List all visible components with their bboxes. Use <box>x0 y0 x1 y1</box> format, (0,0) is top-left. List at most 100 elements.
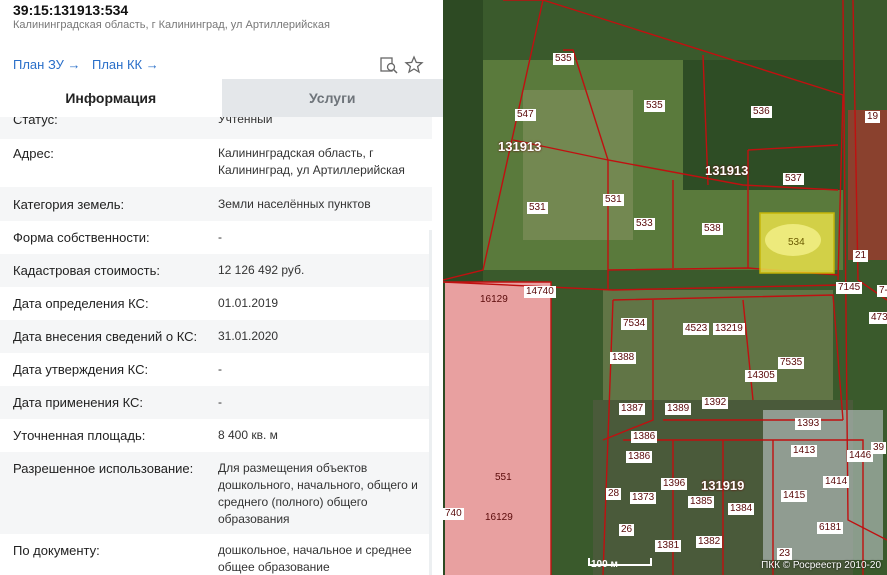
row-value: Калининградская область, г Калининград, … <box>218 146 405 177</box>
parcel-label[interactable]: 6181 <box>817 522 844 534</box>
parcel-label[interactable]: 14305 <box>745 370 777 382</box>
parcel-label[interactable]: 1392 <box>702 397 729 409</box>
row-value: Для размещения объектов дошкольного, нач… <box>218 461 418 526</box>
row-label: Форма собственности: <box>13 230 150 245</box>
parcel-label[interactable]: 1396 <box>661 478 688 490</box>
parcel-label[interactable]: 535 <box>553 53 574 65</box>
parcel-label[interactable]: 39 <box>871 442 887 454</box>
row-value: 8 400 кв. м <box>218 428 278 442</box>
row-label: Статус: <box>13 117 58 127</box>
parcel-label[interactable]: 7145 <box>836 282 863 294</box>
parcel-label[interactable]: 1386 <box>626 451 653 463</box>
row-value: 31.01.2020 <box>218 329 279 343</box>
parcel-label[interactable]: 536 <box>751 106 772 118</box>
parcel-label[interactable]: 1382 <box>696 536 723 548</box>
quarter-label[interactable]: 131913 <box>705 163 748 178</box>
quarter-label[interactable]: 131919 <box>701 478 744 493</box>
parcel-label[interactable]: 28 <box>606 488 622 500</box>
row-label: Кадастровая стоимость: <box>13 263 160 278</box>
parcel-label-selected[interactable]: 534 <box>786 237 807 249</box>
info-table: Статус: Учтенный Адрес: Калининградская … <box>0 117 443 575</box>
row-permitted-use: Разрешенное использование: Для размещени… <box>0 452 432 534</box>
row-value: - <box>218 395 222 409</box>
parcel-label[interactable]: 16129 <box>483 512 515 524</box>
row-label: Дата применения КС: <box>13 395 144 410</box>
parcel-label[interactable]: 1446 <box>847 450 874 462</box>
parcel-label[interactable]: 547 <box>515 109 536 121</box>
row-value: - <box>218 230 222 244</box>
map-scale-label: 100 м <box>591 559 618 570</box>
parcel-label[interactable]: 538 <box>702 223 723 235</box>
parcel-label[interactable]: 473 <box>869 312 887 324</box>
parcel-label[interactable]: 551 <box>493 472 514 484</box>
row-area: Уточненная площадь: 8 400 кв. м <box>0 419 432 452</box>
row-cv-approval-date: Дата утверждения КС: - <box>0 353 432 386</box>
parcel-label[interactable]: 4523 <box>683 323 710 335</box>
parcel-label[interactable]: 16129 <box>478 294 510 306</box>
row-label: Категория земель: <box>13 197 125 212</box>
row-address: Адрес: Калининградская область, г Калини… <box>0 139 432 187</box>
row-value: 12 126 492 руб. <box>218 263 305 277</box>
row-cv-application-date: Дата применения КС: - <box>0 386 432 419</box>
parcel-label[interactable]: 1381 <box>655 540 682 552</box>
parcel-label[interactable]: 26 <box>619 524 635 536</box>
row-label: Уточненная площадь: <box>13 428 146 443</box>
scrollbar[interactable] <box>429 230 432 575</box>
parcel-label[interactable]: 1415 <box>781 490 808 502</box>
row-cadastral-value: Кадастровая стоимость: 12 126 492 руб. <box>0 254 432 287</box>
row-value: Земли населённых пунктов <box>218 197 371 211</box>
parcel-label[interactable]: 1385 <box>688 496 715 508</box>
parcel-address-subtitle: Калининградская область, г Калининград, … <box>13 19 330 31</box>
row-label: Дата внесения сведений о КС: <box>13 329 198 344</box>
row-cv-entry-date: Дата внесения сведений о КС: 31.01.2020 <box>0 320 432 353</box>
parcel-label[interactable]: 14740 <box>524 286 556 298</box>
parcel-label[interactable]: 533 <box>634 218 655 230</box>
map-copyright: ПКК © Росреестр 2010-20 <box>761 560 881 571</box>
parcel-label[interactable]: 1389 <box>665 403 692 415</box>
row-value: 01.01.2019 <box>218 296 279 310</box>
parcel-label[interactable]: 7- <box>877 285 887 297</box>
star-icon[interactable] <box>404 55 424 75</box>
plan-zu-link[interactable]: План ЗУ → <box>13 57 81 72</box>
parcel-label[interactable]: 13219 <box>713 323 745 335</box>
row-label: Дата определения КС: <box>13 296 149 311</box>
row-value: дошкольное, начальное и среднее общее об… <box>218 543 412 574</box>
parcel-label[interactable]: 531 <box>527 202 548 214</box>
parcel-label[interactable]: 1386 <box>631 431 658 443</box>
row-cv-determination-date: Дата определения КС: 01.01.2019 <box>0 287 432 320</box>
quarter-label[interactable]: 131913 <box>498 139 541 154</box>
parcel-label[interactable]: 7534 <box>621 318 648 330</box>
parcel-label[interactable]: 1413 <box>791 445 818 457</box>
row-label: Дата утверждения КС: <box>13 362 149 377</box>
row-status: Статус: Учтенный <box>0 117 432 139</box>
parcel-label[interactable]: 740 <box>443 508 464 520</box>
parcel-label[interactable]: 7535 <box>778 357 805 369</box>
parcel-label[interactable]: 531 <box>603 194 624 206</box>
parcel-label[interactable]: 1373 <box>630 492 657 504</box>
parcel-label[interactable]: 1414 <box>823 476 850 488</box>
cadastral-number: 39:15:131913:534 <box>13 2 129 18</box>
parcel-label[interactable]: 23 <box>777 548 793 560</box>
row-label: Разрешенное использование: <box>13 461 194 476</box>
row-land-category: Категория земель: Земли населённых пункт… <box>0 187 432 221</box>
parcel-label[interactable]: 21 <box>853 250 869 262</box>
parcel-label[interactable]: 19 <box>865 111 881 123</box>
parcel-label[interactable]: 1387 <box>619 403 646 415</box>
parcel-label[interactable]: 535 <box>644 100 665 112</box>
row-ownership: Форма собственности: - <box>0 221 432 254</box>
parcel-label[interactable]: 537 <box>783 173 804 185</box>
cadastral-map[interactable]: 535 547 535 536 19 131913 131913 537 531… <box>443 0 887 575</box>
row-value: Учтенный <box>218 117 273 126</box>
tabs: Информация Услуги <box>0 79 443 117</box>
info-panel: 39:15:131913:534 Калининградская область… <box>0 0 443 575</box>
row-label: Адрес: <box>13 146 54 161</box>
parcel-label[interactable]: 1393 <box>795 418 822 430</box>
document-search-icon[interactable] <box>379 55 399 75</box>
parcel-label[interactable]: 1384 <box>728 503 755 515</box>
tab-services[interactable]: Услуги <box>221 79 443 117</box>
parcel-label[interactable]: 1388 <box>610 352 637 364</box>
tab-information[interactable]: Информация <box>0 79 222 117</box>
plan-kk-link[interactable]: План КК → <box>92 57 159 72</box>
row-value: - <box>218 362 222 376</box>
row-by-document: По документу: дошкольное, начальное и ср… <box>0 534 432 575</box>
